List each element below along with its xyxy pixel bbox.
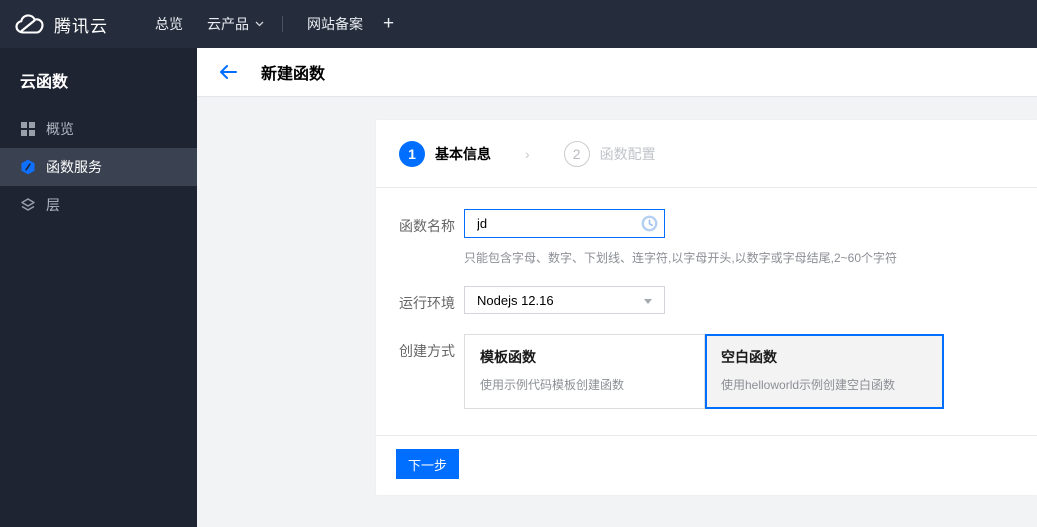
clock-icon [641,215,658,237]
page-header: 新建函数 [197,48,1037,97]
nav-item-cloud-products[interactable]: 云产品 [207,14,264,34]
step-function-config: 2 函数配置 [563,140,656,167]
sidebar-item-overview[interactable]: 概览 [0,110,197,148]
page-title: 新建函数 [261,66,326,83]
tencent-cloud-logo[interactable]: 腾讯云 [14,12,108,37]
back-button[interactable] [219,65,237,79]
nav-divider [282,16,283,32]
sidebar-item-layers[interactable]: 层 [0,186,197,224]
function-name-row: 函数名称 只能包含字母、 [399,209,1037,266]
step-basic-info: 1 基本信息 [399,140,491,167]
sidebar-item-label: 概览 [46,121,74,137]
creation-method-label: 创建方式 [399,343,455,359]
runtime-label: 运行环境 [399,295,455,311]
blank-function-card[interactable]: 空白函数 使用helloworld示例创建空白函数 [705,334,944,409]
chevron-right-icon: › [525,145,530,162]
sidebar-item-label: 函数服务 [46,159,102,175]
basic-info-form: 函数名称 只能包含字母、 [376,188,1037,435]
nav-item-icp-filing[interactable]: 网站备案 [307,14,363,34]
nav-add-button[interactable]: + [383,13,394,35]
content-area: 1 基本信息 › 2 函数配置 函数名称 jd 只能包含字母、数字、下划线、连字… [197,97,1037,527]
brand-name: 腾讯云 [54,16,108,36]
sidebar-title: 云函数 [20,74,69,91]
runtime-row: 运行环境 Nodejs 12.16 [399,286,1037,314]
step-indicator: 1 基本信息 › 2 函数配置 [376,120,1037,187]
cloud-logo-icon [14,12,45,36]
chevron-down-icon [255,21,264,27]
runtime-select[interactable]: Nodejs 12.16 [464,286,665,314]
layers-icon [20,197,36,213]
top-navbar: 腾讯云 总览 云产品 网站备案 + [0,0,1037,48]
function-name-help: 只能包含字母、数字、下划线、连字符,以字母开头,以数字或字母结尾,2~60个字符 [464,251,898,265]
arrow-left-icon [220,65,237,79]
runtime-selected-value: Nodejs 12.16 [477,292,554,308]
panel-footer: 下一步 [376,435,1037,497]
creation-method-row: 创建方式 模板函数 使用示例代码模板创建函数 空白函数 使用helloworld… [399,334,1037,409]
function-name-label: 函数名称 [399,218,455,234]
caret-down-icon [644,299,652,304]
step-number-badge: 2 [563,140,590,167]
sidebar-item-function-service[interactable]: 函数服务 [0,148,197,186]
step-number-badge: 1 [399,140,425,167]
next-step-button[interactable]: 下一步 [396,449,460,479]
function-name-input[interactable] [464,209,665,238]
grid-icon [20,121,36,137]
nav-item-overview[interactable]: 总览 [155,14,183,34]
sidebar: 云函数 概览 函数服务 层 [0,48,197,527]
create-function-panel: 1 基本信息 › 2 函数配置 函数名称 jd 只能包含字母、数字、下划线、连字… [376,120,1037,495]
sidebar-item-label: 层 [46,197,60,213]
function-hexagon-icon [20,159,36,175]
template-function-card[interactable]: 模板函数 使用示例代码模板创建函数 [464,334,705,409]
